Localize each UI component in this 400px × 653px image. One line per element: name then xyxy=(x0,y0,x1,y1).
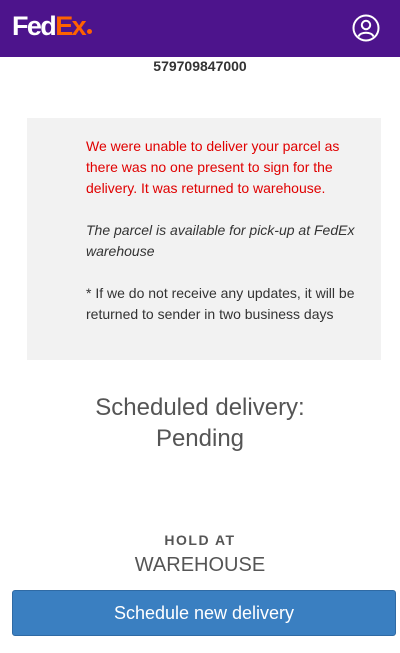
top-header: FedEx xyxy=(0,0,400,57)
delivery-notice: We were unable to deliver your parcel as… xyxy=(27,118,381,360)
logo-ex-text: Ex xyxy=(55,11,86,41)
notice-warning: We were unable to deliver your parcel as… xyxy=(86,138,340,196)
schedule-new-delivery-button[interactable]: Schedule new delivery xyxy=(12,590,396,636)
logo-dot xyxy=(87,29,93,34)
scheduled-delivery-label: Scheduled delivery: xyxy=(95,394,305,421)
scheduled-delivery: Scheduled delivery: Pending xyxy=(0,392,400,454)
scheduled-delivery-value: Pending xyxy=(155,425,245,452)
account-button[interactable] xyxy=(352,14,380,42)
fedex-logo[interactable]: FedEx xyxy=(12,11,93,41)
tracking-number: 579709847000 xyxy=(153,58,247,74)
notice-pickup: The parcel is available for pick-up at F… xyxy=(86,222,355,259)
hold-at-value: WAREHOUSE xyxy=(134,554,266,576)
notice-updates: * If we do not receive any updates, it w… xyxy=(86,285,355,322)
user-account-icon xyxy=(352,14,380,42)
hold-at-label: HOLD AT xyxy=(164,532,236,548)
logo-fed-text: Fed xyxy=(12,11,57,41)
